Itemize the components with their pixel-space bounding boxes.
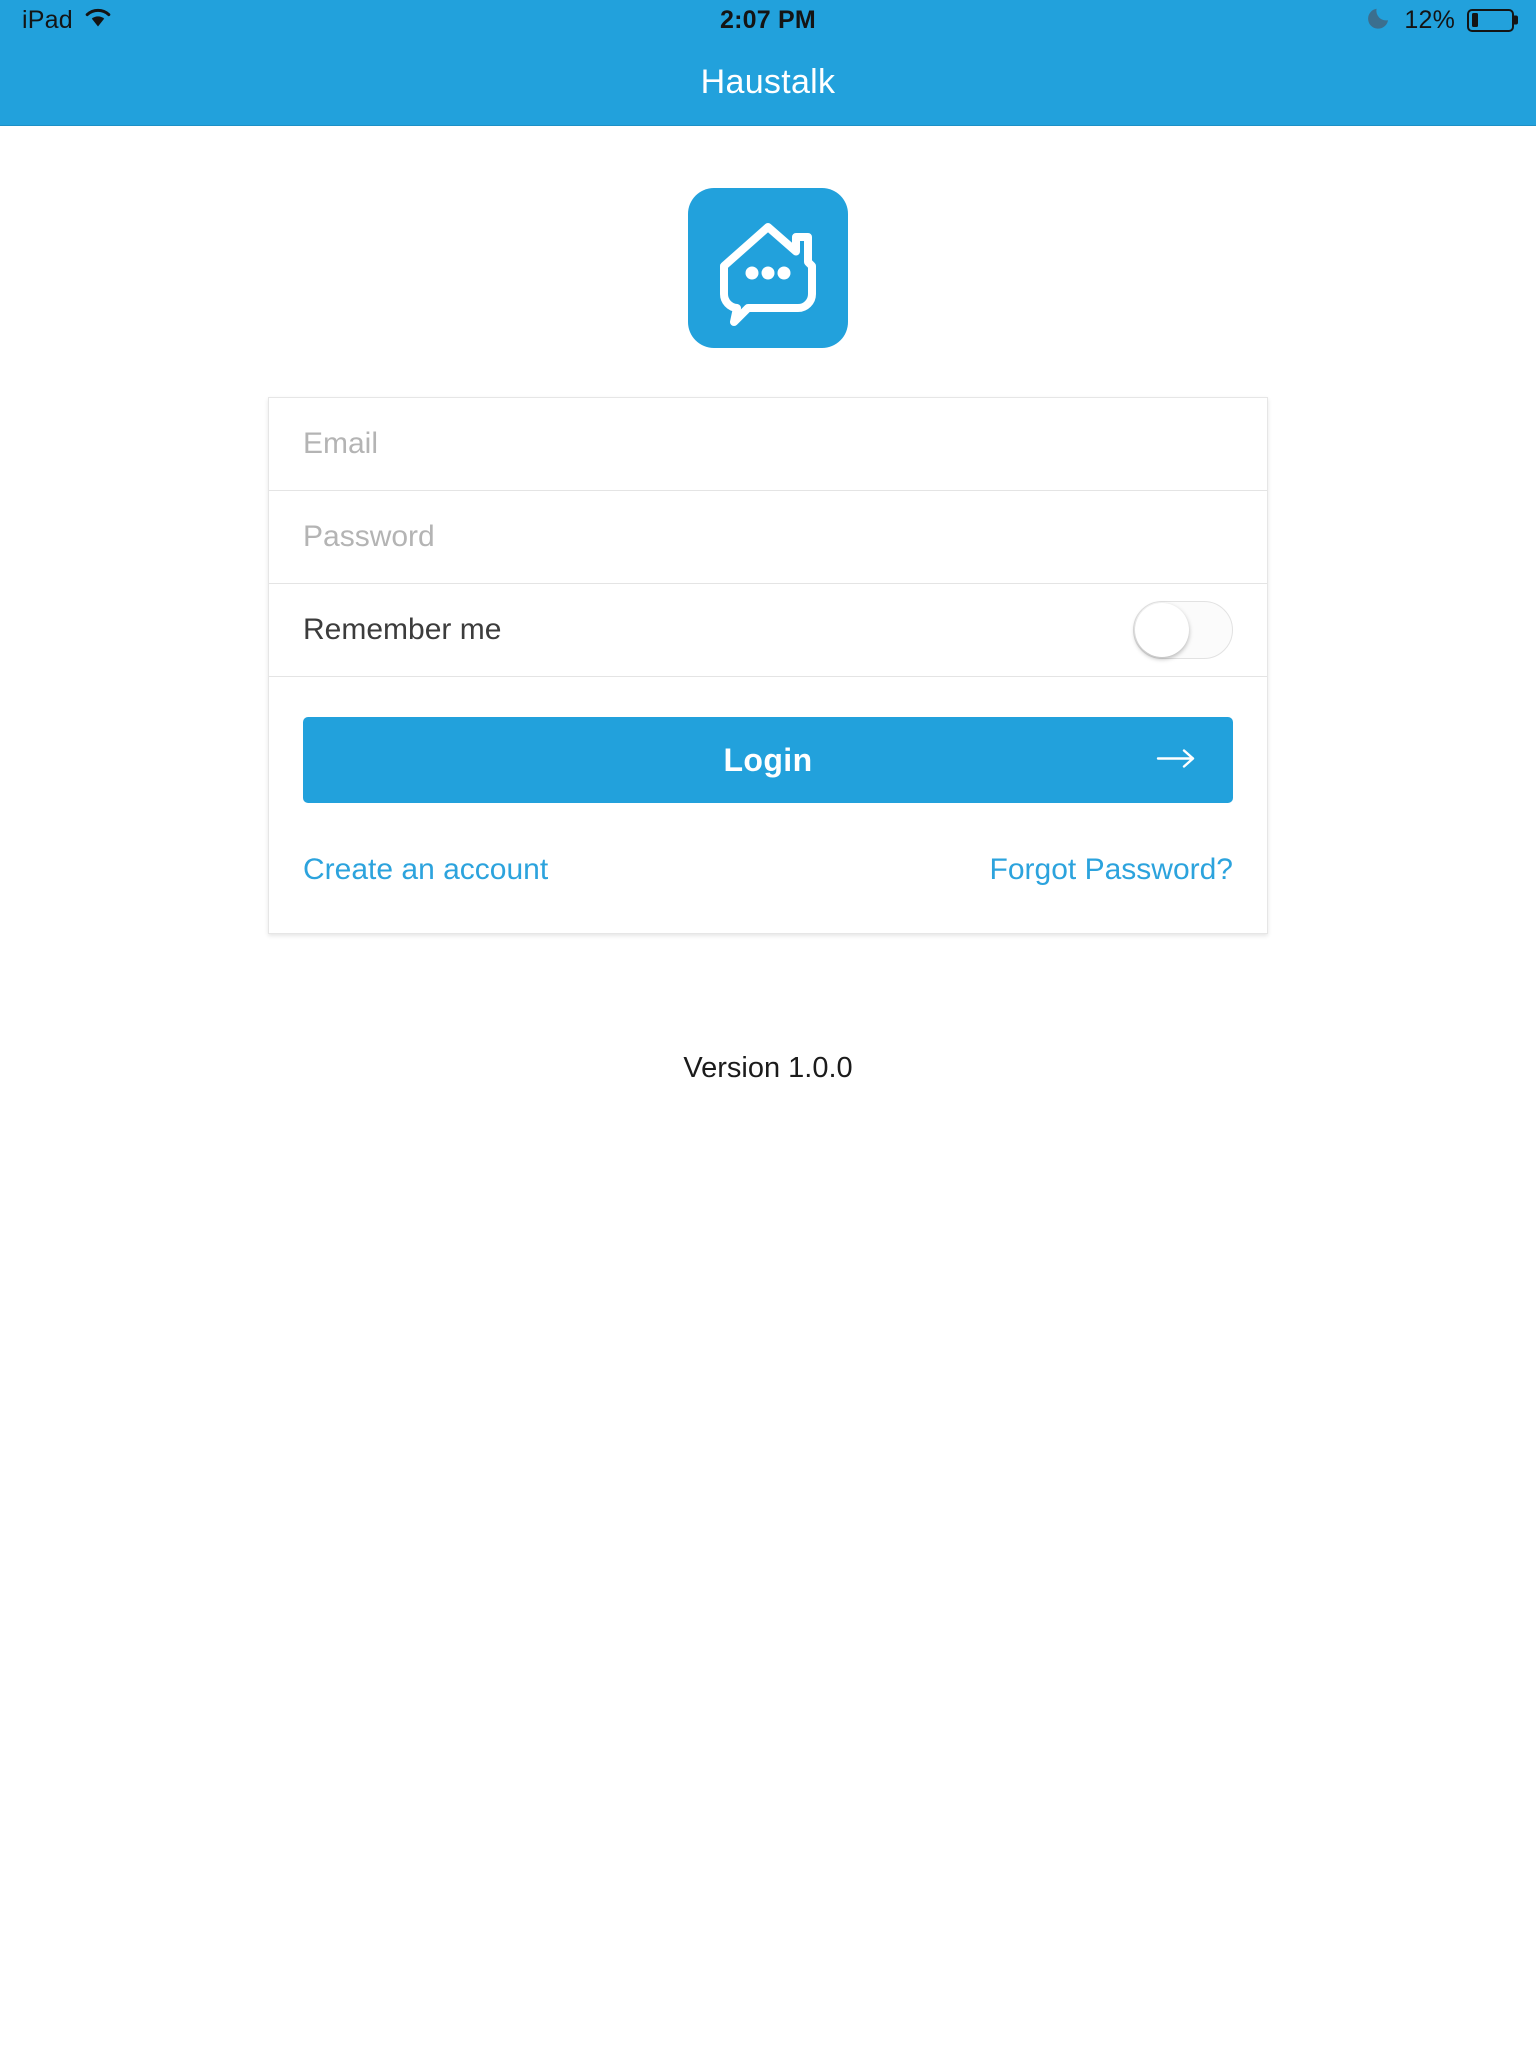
arrow-right-icon bbox=[1155, 747, 1199, 774]
email-input[interactable] bbox=[303, 427, 1233, 461]
status-bar-right: 12% bbox=[1368, 5, 1514, 36]
password-input[interactable] bbox=[303, 520, 1233, 554]
remember-me-toggle[interactable] bbox=[1133, 601, 1233, 659]
wifi-icon bbox=[84, 6, 112, 35]
toggle-knob bbox=[1135, 603, 1189, 657]
forgot-password-link[interactable]: Forgot Password? bbox=[990, 853, 1233, 887]
card-actions: Login Create an account Forgot Password? bbox=[269, 677, 1267, 933]
password-field-row[interactable] bbox=[269, 491, 1267, 584]
nav-bar: Haustalk bbox=[0, 40, 1536, 126]
moon-icon bbox=[1368, 5, 1392, 36]
battery-percent-label: 12% bbox=[1404, 5, 1455, 34]
login-screen: iPad 2:07 PM 12% Haustalk Email Remember… bbox=[0, 0, 1536, 2048]
version-label: Version 1.0.0 bbox=[683, 1052, 853, 1084]
login-button-label: Login bbox=[723, 741, 813, 778]
status-bar-left: iPad bbox=[22, 6, 112, 35]
create-account-link[interactable]: Create an account bbox=[303, 853, 548, 887]
remember-me-row[interactable]: Remember me bbox=[269, 584, 1267, 677]
app-title: Haustalk bbox=[700, 63, 836, 101]
battery-icon bbox=[1467, 8, 1514, 32]
auth-links: Create an account Forgot Password? bbox=[303, 853, 1233, 887]
haustalk-house-chat-logo bbox=[688, 188, 848, 348]
login-button[interactable]: Login bbox=[303, 717, 1233, 803]
app-logo bbox=[688, 188, 848, 348]
remember-me-label: Remember me bbox=[303, 613, 502, 646]
status-bar: iPad 2:07 PM 12% bbox=[0, 0, 1536, 40]
login-card: Remember me Login Create an account Forg… bbox=[268, 397, 1268, 934]
status-bar-time: 2:07 PM bbox=[720, 5, 816, 34]
device-label: iPad bbox=[22, 5, 73, 34]
email-field-row[interactable] bbox=[269, 398, 1267, 491]
